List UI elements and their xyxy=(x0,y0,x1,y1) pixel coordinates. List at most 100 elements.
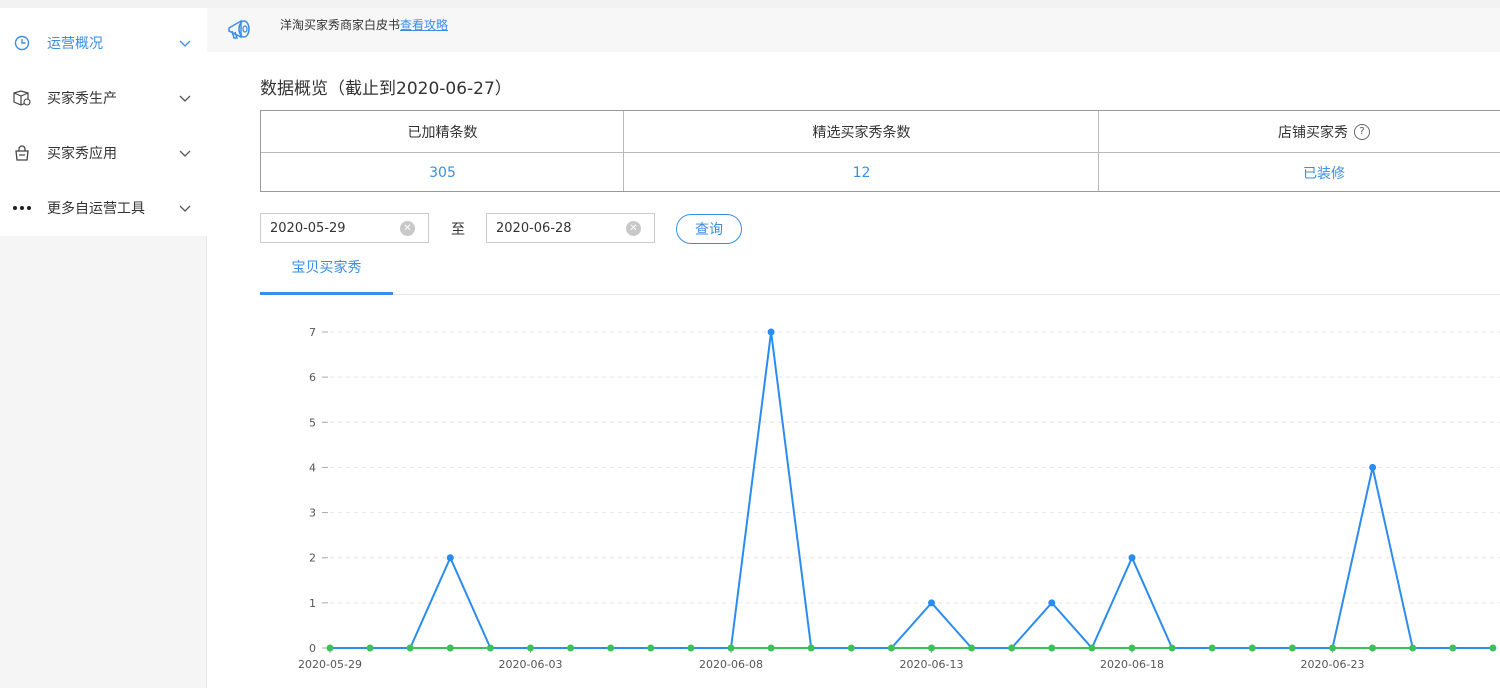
stats-header: 已加精条数 xyxy=(261,111,624,153)
series-point-1 xyxy=(687,644,695,652)
series-point-1 xyxy=(446,644,454,652)
y-tick-label: 6 xyxy=(309,371,316,384)
series-point-1 xyxy=(1288,644,1296,652)
start-date-input[interactable]: 2020-05-29 ✕ xyxy=(260,213,429,243)
sidebar-item-label: 买家秀生产 xyxy=(47,91,117,107)
stats-header: 精选买家秀条数 xyxy=(624,111,1099,153)
x-tick-label: 2020-06-13 xyxy=(900,658,964,671)
notice-bar: 洋淘买家秀商家白皮书查看攻略 xyxy=(207,8,1500,52)
series-point-1 xyxy=(1449,644,1457,652)
sidebar: 运营概况 买家秀生产 买家秀应用 更多自运营工具 xyxy=(0,8,207,688)
series-point-1 xyxy=(1048,644,1056,652)
series-point-0 xyxy=(1128,554,1136,562)
series-point-1 xyxy=(807,644,815,652)
series-point-1 xyxy=(406,644,414,652)
x-tick-label: 2020-06-08 xyxy=(699,658,763,671)
y-tick-label: 1 xyxy=(309,597,316,610)
series-point-1 xyxy=(607,644,615,652)
bag-icon xyxy=(12,143,32,163)
tab-active-indicator xyxy=(260,292,393,295)
stats-value[interactable]: 12 xyxy=(624,153,1099,192)
chevron-down-icon xyxy=(178,146,192,160)
column-divider xyxy=(623,111,624,191)
start-date-value: 2020-05-29 xyxy=(270,221,346,236)
series-point-1 xyxy=(1128,644,1136,652)
end-date-value: 2020-06-28 xyxy=(496,221,572,236)
series-point-1 xyxy=(727,644,735,652)
question-circle-icon[interactable]: ? xyxy=(1354,123,1370,140)
series-point-1 xyxy=(1489,644,1497,652)
series-point-0 xyxy=(767,328,775,336)
line-chart: 0 1 2 3 4 5 6 7 2020-05-29 2020-06-03 2020-06-08 20… xyxy=(298,326,1500,671)
sidebar-item-overview[interactable]: 运营概况 xyxy=(0,15,207,71)
megaphone-icon xyxy=(225,16,255,44)
series-point-1 xyxy=(1168,644,1176,652)
series-point-1 xyxy=(1008,644,1016,652)
y-tick-label: 2 xyxy=(309,552,316,565)
chevron-down-icon xyxy=(178,91,192,105)
column-divider xyxy=(1098,111,1099,191)
page-title: 数据概览（截止到2020-06-27） xyxy=(260,79,512,99)
series-point-1 xyxy=(928,644,935,652)
series-point-1 xyxy=(567,644,575,652)
x-tick-label: 2020-05-29 xyxy=(298,658,362,671)
series-point-0 xyxy=(446,554,454,562)
range-separator: 至 xyxy=(451,222,465,238)
y-tick-label: 4 xyxy=(309,461,316,474)
series-point-1 xyxy=(326,644,334,652)
y-tick-label: 0 xyxy=(309,642,316,655)
series-line-0 xyxy=(330,331,1493,650)
y-tick-label: 3 xyxy=(309,507,316,520)
series-point-1 xyxy=(366,644,374,652)
stats-header-label: 店铺买家秀 xyxy=(1278,124,1348,141)
series-point-1 xyxy=(1088,644,1096,652)
chevron-down-icon xyxy=(178,36,192,50)
box-icon xyxy=(12,88,32,108)
series-point-1 xyxy=(1248,644,1256,652)
notice-text: 洋淘买家秀商家白皮书查看攻略 xyxy=(280,16,448,33)
tabs-divider xyxy=(260,294,1500,295)
series-point-1 xyxy=(767,644,775,652)
series-point-1 xyxy=(486,644,494,652)
y-tick-label: 5 xyxy=(309,416,316,429)
series-point-1 xyxy=(647,644,655,652)
app: 运营概况 买家秀生产 买家秀应用 更多自运营工具 洋淘买家秀商家白皮书查看攻略 … xyxy=(0,0,1500,688)
end-date-input[interactable]: 2020-06-28 ✕ xyxy=(486,213,655,243)
sidebar-item-production[interactable]: 买家秀生产 xyxy=(0,70,207,126)
stats-table: 已加精条数 精选买家秀条数 店铺买家秀 ? 305 12 已装修 xyxy=(260,110,1500,192)
clear-icon[interactable]: ✕ xyxy=(626,221,641,236)
x-tick-label: 2020-06-03 xyxy=(499,658,563,671)
query-button[interactable]: 查询 xyxy=(676,214,742,244)
sidebar-item-application[interactable]: 买家秀应用 xyxy=(0,125,207,181)
series-point-0 xyxy=(1369,463,1377,471)
x-tick-label: 2020-06-23 xyxy=(1301,658,1365,671)
stats-value[interactable]: 305 xyxy=(261,153,624,192)
clear-icon[interactable]: ✕ xyxy=(400,221,415,236)
sidebar-menu: 运营概况 买家秀生产 买家秀应用 更多自运营工具 xyxy=(0,8,207,236)
sidebar-item-label: 更多自运营工具 xyxy=(47,201,145,217)
more-dots-icon xyxy=(12,198,32,218)
series-point-0 xyxy=(1048,599,1056,607)
sidebar-item-more-tools[interactable]: 更多自运营工具 xyxy=(0,180,207,236)
top-strip xyxy=(0,0,1500,8)
sidebar-item-label: 运营概况 xyxy=(47,36,103,52)
series-point-1 xyxy=(1369,644,1377,652)
series-point-1 xyxy=(527,644,534,652)
notice-link[interactable]: 查看攻略 xyxy=(400,18,448,32)
series-point-0 xyxy=(928,599,935,607)
series-point-1 xyxy=(1409,644,1417,652)
y-tick-label: 7 xyxy=(309,326,316,339)
stats-header-shop: 店铺买家秀 ? xyxy=(1099,111,1500,153)
series-point-1 xyxy=(887,644,895,652)
series-point-1 xyxy=(847,644,855,652)
sidebar-item-label: 买家秀应用 xyxy=(47,146,117,162)
stats-value[interactable]: 已装修 xyxy=(1099,153,1500,192)
series-point-1 xyxy=(1208,644,1216,652)
series-point-1 xyxy=(1329,644,1336,652)
chevron-down-icon xyxy=(178,201,192,215)
clock-icon xyxy=(12,33,32,53)
tab-item-buyer-show[interactable]: 宝贝买家秀 xyxy=(260,257,393,295)
notice-message: 洋淘买家秀商家白皮书 xyxy=(280,18,401,32)
series-point-1 xyxy=(968,644,976,652)
x-tick-label: 2020-06-18 xyxy=(1100,658,1164,671)
